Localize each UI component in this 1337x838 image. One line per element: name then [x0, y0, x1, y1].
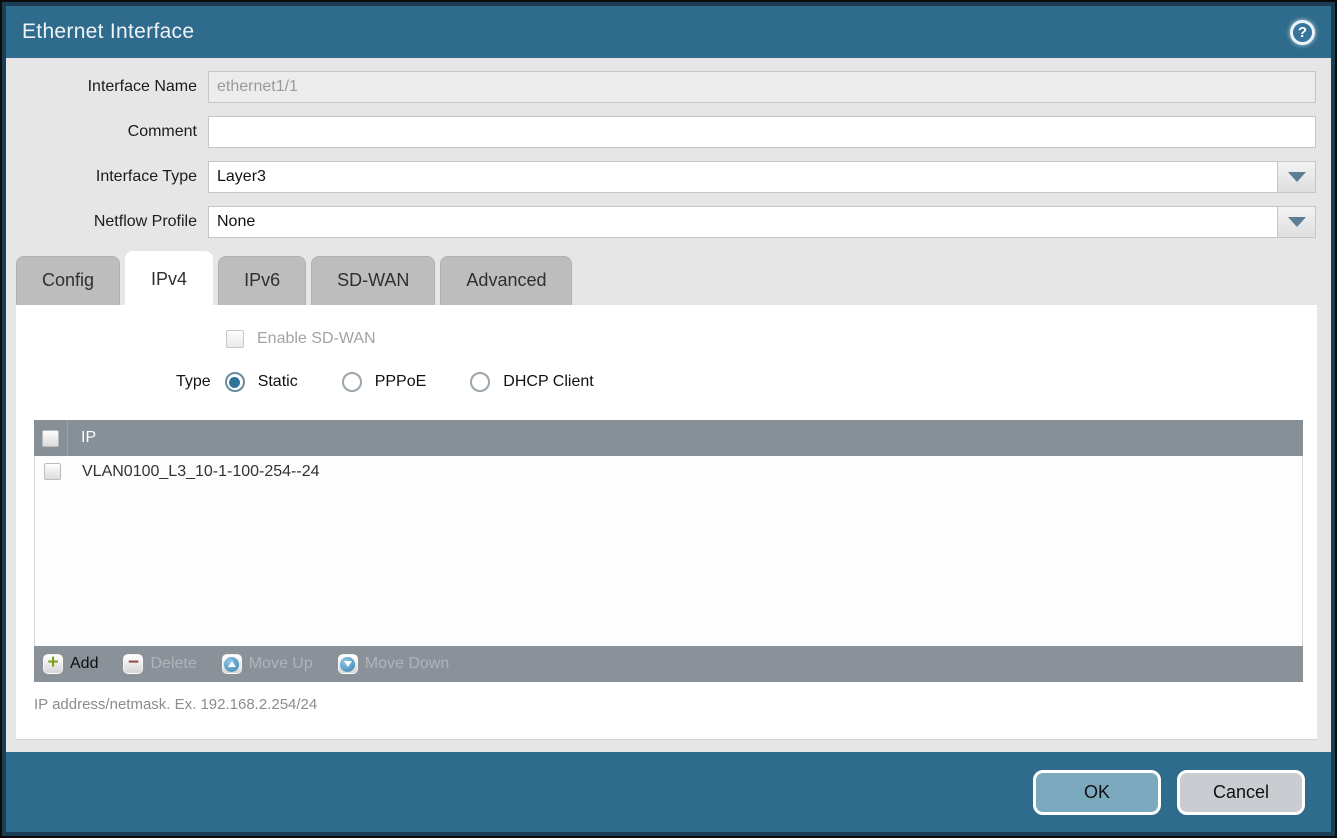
add-button[interactable]: + Add: [43, 654, 98, 674]
triangle-down-icon: [1288, 217, 1306, 227]
enable-sdwan-label: Enable SD-WAN: [257, 330, 376, 348]
tab-bar: Config IPv4 IPv6 SD-WAN Advanced: [6, 251, 1331, 305]
enable-sdwan-checkbox: [226, 330, 244, 348]
radio-button-icon: [470, 372, 490, 392]
row-ip-value: VLAN0100_L3_10-1-100-254--24: [69, 463, 320, 481]
comment-row: Comment: [6, 116, 1316, 148]
arrow-down-orb-icon: [338, 654, 358, 674]
triangle-down-icon: [1288, 172, 1306, 182]
netflow-profile-field[interactable]: [208, 206, 1278, 238]
interface-type-label: Interface Type: [6, 168, 208, 186]
column-header-ip: IP: [68, 429, 96, 447]
radio-dhcp-client[interactable]: DHCP Client: [470, 372, 593, 392]
select-all-checkbox[interactable]: [42, 430, 59, 447]
radio-button-icon: [225, 372, 245, 392]
interface-name-label: Interface Name: [6, 78, 208, 96]
minus-icon: −: [123, 654, 143, 674]
comment-field[interactable]: [208, 116, 1316, 148]
table-toolbar: + Add − Delete Move Up Move Down: [34, 646, 1303, 682]
dialog-titlebar: Ethernet Interface ?: [6, 6, 1331, 58]
row-checkbox[interactable]: [44, 463, 61, 480]
ethernet-interface-dialog: Ethernet Interface ? Interface Name Comm…: [0, 0, 1337, 838]
ip-format-hint: IP address/netmask. Ex. 192.168.2.254/24: [34, 696, 1317, 713]
table-header: IP: [34, 420, 1303, 456]
tab-sdwan[interactable]: SD-WAN: [311, 256, 435, 305]
table-row[interactable]: VLAN0100_L3_10-1-100-254--24: [35, 456, 1302, 487]
cancel-button[interactable]: Cancel: [1177, 770, 1305, 815]
radio-static[interactable]: Static: [225, 372, 298, 392]
interface-name-row: Interface Name: [6, 71, 1316, 103]
move-up-button: Move Up: [222, 654, 313, 674]
netflow-profile-dropdown-button[interactable]: [1278, 206, 1316, 238]
ok-button[interactable]: OK: [1033, 770, 1161, 815]
tab-ipv6[interactable]: IPv6: [218, 256, 306, 305]
dialog-footer: OK Cancel: [6, 752, 1331, 832]
tab-ipv4[interactable]: IPv4: [125, 251, 213, 305]
arrow-up-orb-icon: [222, 654, 242, 674]
netflow-profile-row: Netflow Profile: [6, 206, 1316, 238]
plus-icon: +: [43, 654, 63, 674]
help-icon[interactable]: ?: [1290, 20, 1315, 45]
netflow-profile-label: Netflow Profile: [6, 213, 208, 231]
interface-name-field: [208, 71, 1316, 103]
move-down-button: Move Down: [338, 654, 449, 674]
type-label: Type: [176, 373, 211, 391]
ip-address-table: IP VLAN0100_L3_10-1-100-254--24 + Add: [34, 420, 1303, 682]
radio-button-icon: [342, 372, 362, 392]
enable-sdwan-row: Enable SD-WAN: [226, 330, 1317, 348]
interface-type-dropdown-button[interactable]: [1278, 161, 1316, 193]
type-radio-group: Type Static PPPoE DHCP Client: [176, 372, 1317, 392]
radio-pppoe[interactable]: PPPoE: [342, 372, 427, 392]
tab-advanced[interactable]: Advanced: [440, 256, 572, 305]
dialog-title: Ethernet Interface: [22, 20, 194, 44]
table-body: VLAN0100_L3_10-1-100-254--24: [34, 456, 1303, 646]
ipv4-tab-panel: Enable SD-WAN Type Static PPPoE DHCP Cli…: [16, 305, 1317, 740]
tab-config[interactable]: Config: [16, 256, 120, 305]
interface-type-field[interactable]: [208, 161, 1278, 193]
interface-form: Interface Name Comment Interface Type: [6, 58, 1331, 251]
interface-type-row: Interface Type: [6, 161, 1316, 193]
comment-label: Comment: [6, 123, 208, 141]
delete-button: − Delete: [123, 654, 196, 674]
